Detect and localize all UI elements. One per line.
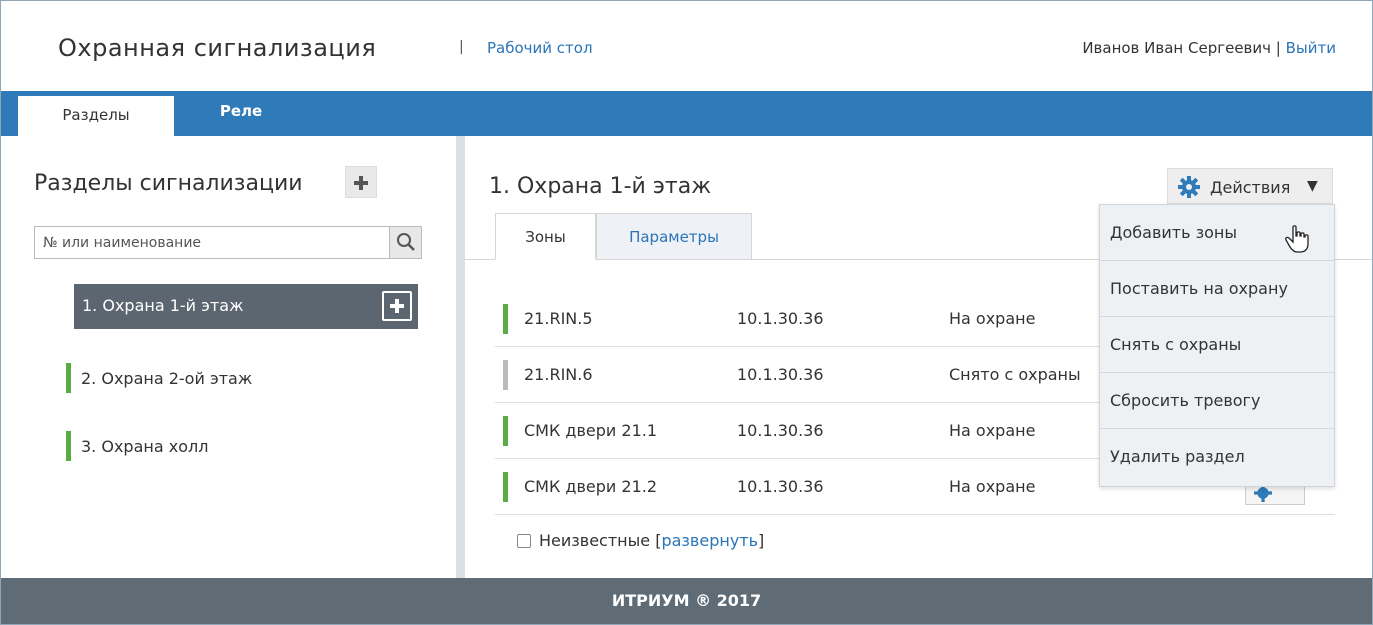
footer: ИТРИУМ ® 2017 <box>1 578 1372 624</box>
status-bar <box>503 304 508 334</box>
top-nav: Разделы Реле <box>1 91 1372 136</box>
search-button[interactable] <box>389 227 421 258</box>
tab-parameters[interactable]: Параметры <box>596 213 752 260</box>
user-area: Иванов Иван Сергеевич | Выйти <box>1082 39 1336 57</box>
user-name: Иванов Иван Сергеевич <box>1082 39 1271 57</box>
tab-relays[interactable]: Реле <box>211 91 271 136</box>
zone-state: На охране <box>949 477 1036 496</box>
logout-link[interactable]: Выйти <box>1286 39 1336 57</box>
status-bar <box>66 363 71 393</box>
header-separator: | <box>459 39 464 55</box>
page-title: 1. Охрана 1-й этаж <box>489 174 712 199</box>
unknown-label: Неизвестные <box>539 531 651 550</box>
sidebar: Разделы сигнализации 1. Охрана 1-й этаж <box>1 136 456 578</box>
app-title: Охранная сигнализация <box>58 34 377 62</box>
zone-ip: 10.1.30.36 <box>737 309 824 328</box>
panel-splitter[interactable] <box>456 136 465 578</box>
tab-sections[interactable]: Разделы <box>18 96 174 136</box>
zone-ip: 10.1.30.36 <box>737 421 824 440</box>
status-bar <box>503 472 508 502</box>
tab-zones[interactable]: Зоны <box>495 213 596 260</box>
gear-icon <box>1178 176 1200 198</box>
zone-name: СМК двери 21.2 <box>524 477 658 496</box>
menu-item-reset-alarm[interactable]: Сбросить тревогу <box>1100 373 1334 429</box>
zone-name: 21.RIN.5 <box>524 309 593 328</box>
menu-item-disarm[interactable]: Снять с охраны <box>1100 317 1334 373</box>
expand-link[interactable]: развернуть <box>661 531 758 550</box>
sidebar-item-floor1[interactable]: 1. Охрана 1-й этаж <box>74 284 418 329</box>
zone-ip: 10.1.30.36 <box>737 365 824 384</box>
search-icon <box>397 233 415 251</box>
sidebar-item-label: 3. Охрана холл <box>81 437 209 456</box>
status-bar <box>66 431 71 461</box>
sidebar-item-label: 1. Охрана 1-й этаж <box>82 296 244 315</box>
caret-down-icon: ▼ <box>1307 178 1318 194</box>
status-bar <box>503 360 508 390</box>
add-zone-button[interactable] <box>382 291 412 321</box>
zone-name: 21.RIN.6 <box>524 365 593 384</box>
plus-icon <box>354 176 368 190</box>
menu-item-arm[interactable]: Поставить на охрану <box>1100 261 1334 317</box>
unknown-zones: Неизвестные [развернуть] <box>517 531 764 550</box>
actions-button[interactable]: Действия ▼ <box>1167 168 1333 204</box>
app-window: Охранная сигнализация | Рабочий стол Ива… <box>0 0 1373 625</box>
hand-cursor-icon <box>1285 225 1309 253</box>
add-section-button[interactable] <box>345 166 377 198</box>
zone-state: Снято с охраны <box>949 365 1081 384</box>
zone-state: На охране <box>949 421 1036 440</box>
zone-ip: 10.1.30.36 <box>737 477 824 496</box>
header: Охранная сигнализация | Рабочий стол Ива… <box>1 1 1372 91</box>
actions-label: Действия <box>1210 178 1291 197</box>
user-separator: | <box>1275 39 1281 57</box>
search-input[interactable] <box>35 227 391 258</box>
plus-icon <box>390 299 404 313</box>
search-box <box>34 226 422 259</box>
menu-item-delete-section[interactable]: Удалить раздел <box>1100 429 1334 485</box>
bracket-close: ] <box>758 531 765 550</box>
unknown-checkbox[interactable] <box>517 534 531 548</box>
status-bar <box>503 416 508 446</box>
sidebar-title: Разделы сигнализации <box>34 171 303 196</box>
sidebar-item-label: 2. Охрана 2-ой этаж <box>81 369 253 388</box>
zone-name: СМК двери 21.1 <box>524 421 658 440</box>
zone-state: На охране <box>949 309 1036 328</box>
desktop-link[interactable]: Рабочий стол <box>487 39 593 57</box>
